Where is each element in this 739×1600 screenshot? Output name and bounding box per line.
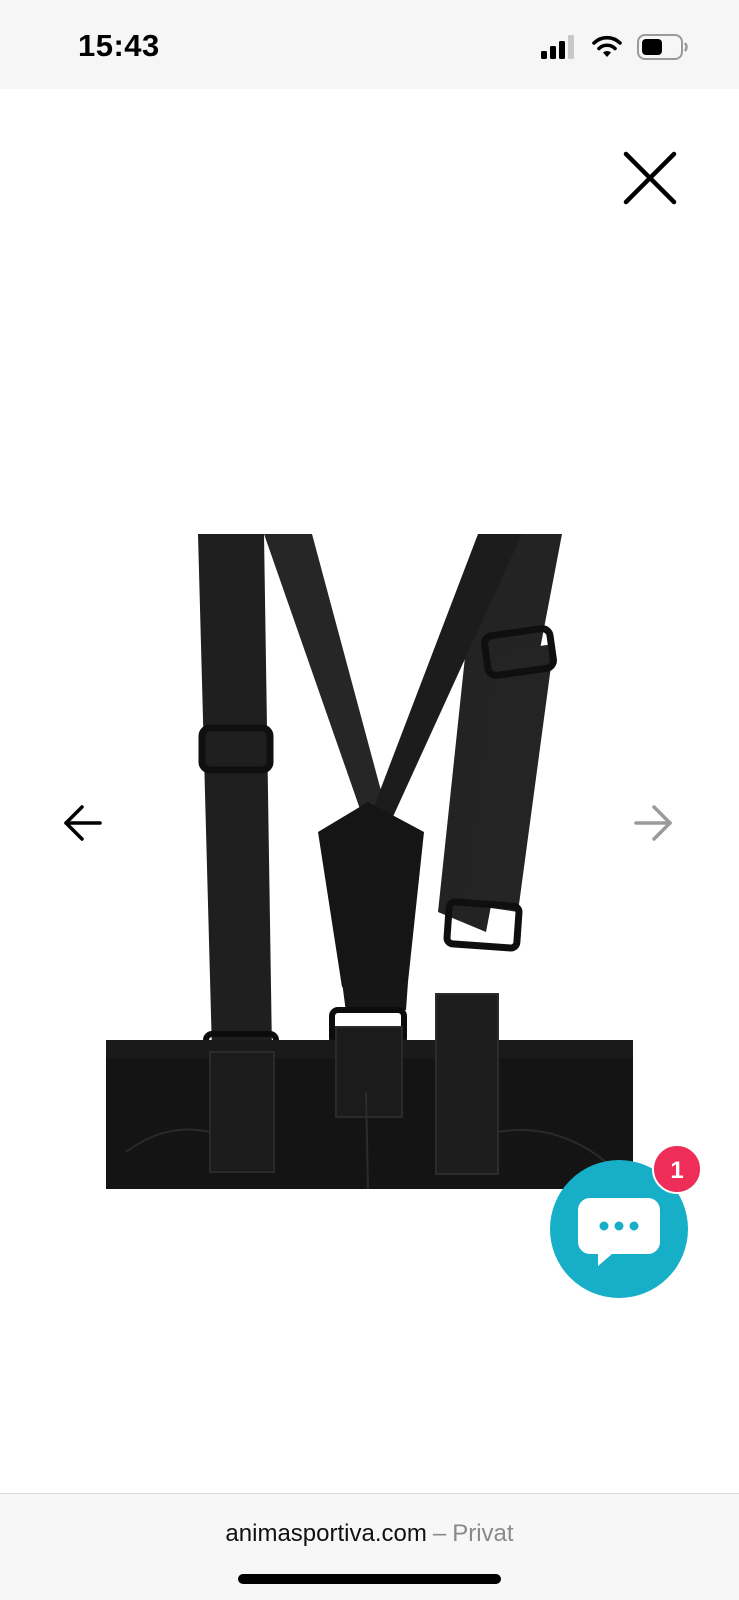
status-time: 15:43 [78,28,160,63]
next-image-button[interactable] [630,800,676,846]
arrow-left-icon [64,805,102,841]
home-indicator[interactable] [238,1574,501,1584]
private-mode-label: Privat [452,1520,514,1547]
previous-image-button[interactable] [60,800,106,846]
address-separator: – [432,1520,447,1547]
status-bar: 15:43 [0,0,739,89]
product-image [106,532,633,1190]
chat-notification-badge: 1 [652,1144,702,1194]
signal-icon [541,35,574,59]
address-domain: animasportiva.com [225,1520,427,1547]
browser-address-bar[interactable]: animasportiva.com – Privat [0,1493,739,1600]
address-text[interactable]: animasportiva.com – Privat [0,1520,739,1548]
battery-icon [637,34,688,60]
arrow-right-icon [634,805,672,841]
close-icon [623,151,677,205]
status-icons [541,34,689,60]
wifi-icon [592,35,622,57]
close-button[interactable] [620,148,680,208]
product-image-svg [106,534,633,1190]
